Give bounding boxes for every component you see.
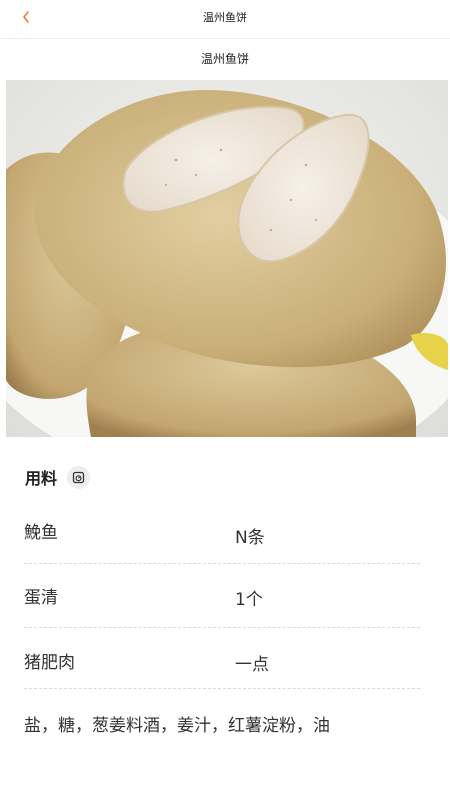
ingredient-name: 猪肥肉 [24, 653, 75, 673]
divider [24, 563, 420, 564]
ingredient-row: 鮸鱼 N条 [24, 515, 420, 575]
divider [24, 627, 420, 628]
seasonings-list: 盐，糖，葱姜料酒，姜汁，红薯淀粉，油 [24, 716, 330, 736]
ingredient-amount: 1个 [235, 590, 263, 610]
ingredient-amount: N条 [235, 528, 265, 548]
ingredient-row: 蛋清 1个 [24, 580, 420, 640]
ingredient-row: 猪肥肉 一点 [24, 645, 420, 705]
recipe-photo [6, 80, 448, 437]
nav-title: 温州鱼饼 [203, 11, 247, 24]
recipe-title: 温州鱼饼 [200, 52, 249, 66]
kitchen-scale-icon[interactable] [67, 465, 91, 489]
divider [24, 688, 420, 689]
ingredients-title: 用料 [25, 469, 58, 488]
ingredients-heading: 用料 [25, 465, 91, 489]
ingredient-name: 蛋清 [24, 588, 58, 608]
ingredient-amount: 一点 [235, 655, 269, 675]
ingredient-name: 鮸鱼 [24, 523, 58, 543]
nav-bar: 温州鱼饼 [0, 0, 450, 39]
